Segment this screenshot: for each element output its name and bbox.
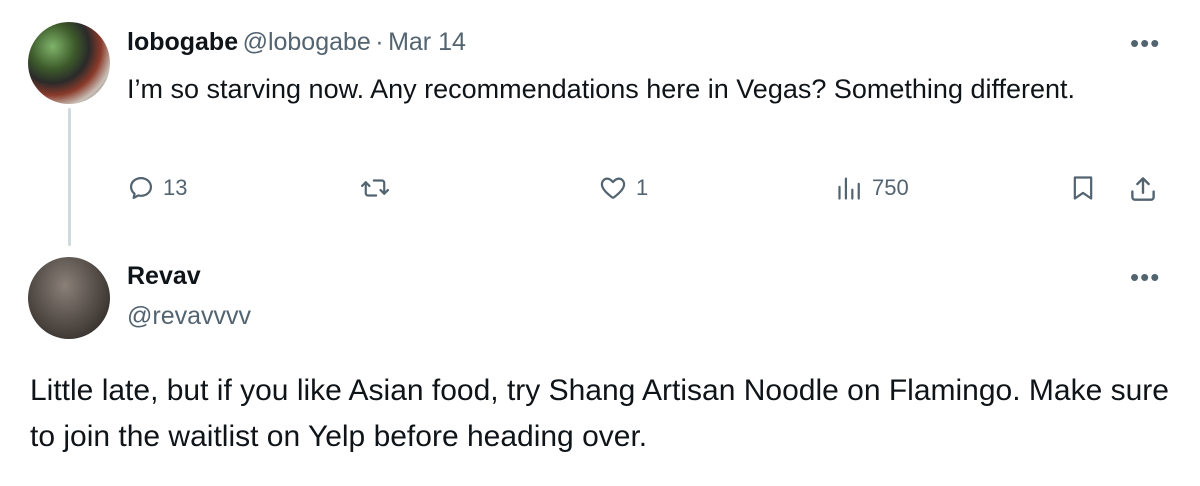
header-separator: ·: [375, 28, 384, 56]
heart-icon: [600, 177, 626, 199]
avatar[interactable]: [28, 22, 110, 104]
author-handle[interactable]: @lobogabe: [243, 28, 371, 56]
share-icon: [1131, 177, 1155, 201]
more-horizontal-icon[interactable]: •••: [1130, 264, 1160, 290]
reply-icon: [129, 176, 153, 200]
retweet-icon: [360, 179, 390, 197]
more-horizontal-icon[interactable]: •••: [1130, 30, 1160, 56]
analytics-icon: [838, 177, 860, 200]
tweet-header: lobogabe @lobogabe · Mar 14: [127, 28, 466, 57]
reply-author-name[interactable]: Revav: [127, 262, 201, 291]
reply-author-handle[interactable]: @revavvvv: [127, 302, 251, 331]
thread-connector-line: [68, 108, 71, 246]
retweet-button[interactable]: [360, 174, 398, 202]
share-button[interactable]: [1128, 174, 1158, 204]
views-button[interactable]: 750: [836, 174, 909, 202]
reply-button[interactable]: 13: [127, 174, 187, 202]
reply-count: 13: [163, 175, 188, 200]
bookmark-button[interactable]: [1070, 174, 1096, 202]
like-button[interactable]: 1: [598, 174, 648, 202]
like-count: 1: [636, 175, 649, 200]
author-name[interactable]: lobogabe: [127, 28, 238, 56]
tweet-date[interactable]: Mar 14: [388, 28, 466, 56]
avatar[interactable]: [28, 257, 110, 339]
bookmark-icon: [1073, 176, 1093, 200]
tweet-text: I’m so starving now. Any recommendations…: [127, 74, 1076, 104]
reply-text: Little late, but if you like Asian food,…: [30, 374, 1169, 453]
views-count: 750: [872, 175, 909, 200]
